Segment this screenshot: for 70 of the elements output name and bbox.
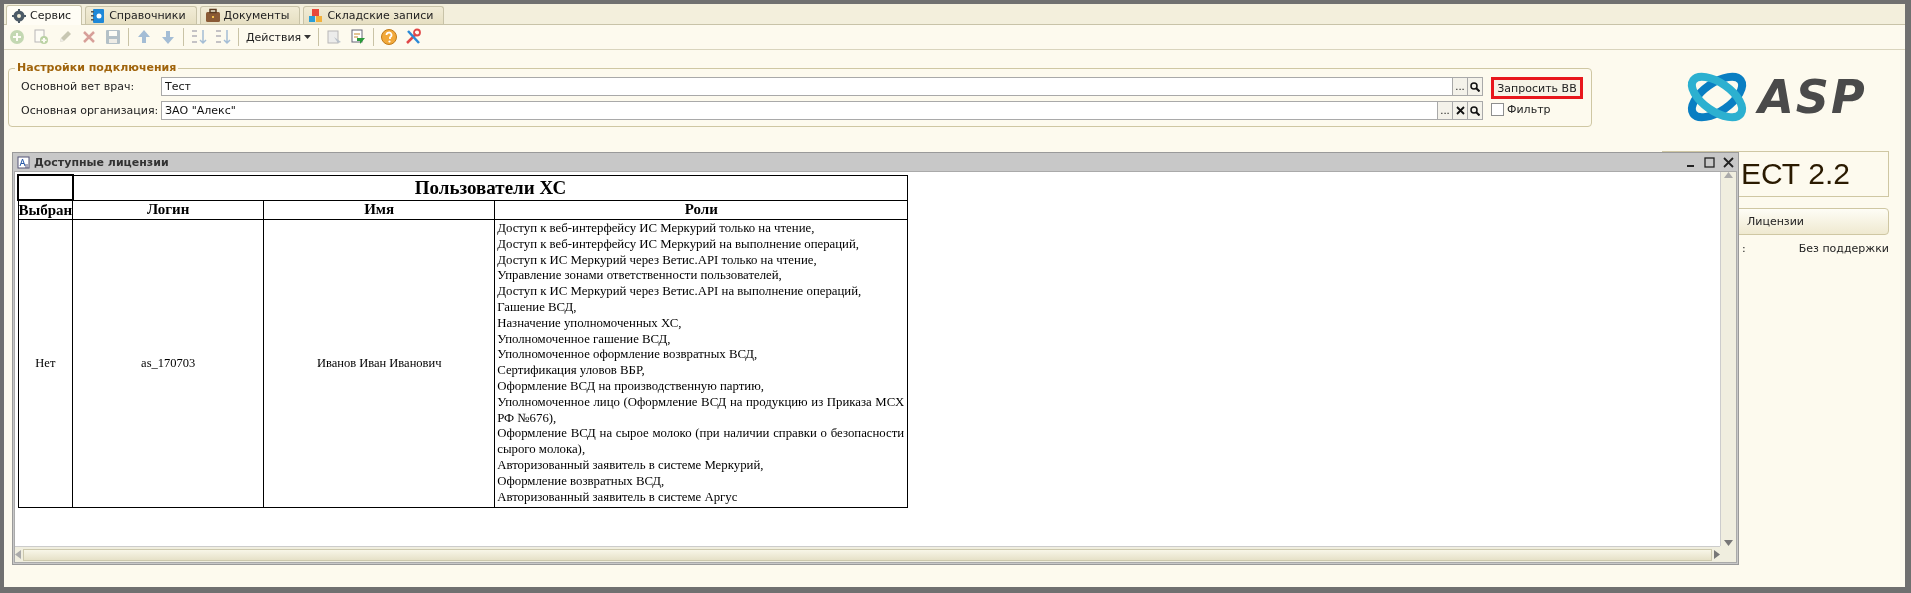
role-text: Уполномоченное гашение ВСД, [497, 331, 672, 348]
help-icon [380, 28, 399, 46]
up-arrow-icon [135, 28, 153, 46]
search-button[interactable] [1467, 78, 1482, 95]
role-text: Управление зонами ответственности пользователей, [497, 268, 783, 285]
search-button[interactable] [1467, 102, 1482, 119]
table-cell: Нет [18, 219, 73, 508]
checkbox[interactable] [1491, 103, 1504, 116]
role-text: Оформление ВСД на производственную партию, [497, 378, 765, 395]
role-text: Гашение ВСД, [497, 300, 578, 316]
close-icon[interactable] [1723, 156, 1734, 168]
copy-icon [32, 28, 50, 46]
field-label: Основная организация: [21, 104, 160, 117]
column-header: Имя [263, 200, 495, 220]
report-icon [17, 155, 30, 169]
scrollbar-thumb[interactable] [23, 548, 1712, 561]
tab[interactable]: Документы [199, 6, 301, 24]
role-text: Доступ к ИС Меркурий через Ветис.API только на чтение, [497, 252, 818, 269]
role-text: Сертификация уловов ВБР, [497, 363, 646, 379]
save-icon [104, 28, 122, 46]
role-text: Уполномоченное лицо (Оформление ВСД на продукцию из Приказа МСХ РФ №676), [497, 394, 905, 427]
maximize-icon[interactable] [1704, 156, 1715, 168]
tab[interactable]: Сервис [6, 5, 83, 25]
sort-ascending-icon [190, 28, 208, 46]
column-header: Роли [494, 200, 908, 220]
caret-icon [304, 35, 312, 39]
scroll-up-icon[interactable] [1724, 172, 1733, 178]
support-label: : [1742, 242, 1746, 255]
role-text: Доступ к ИС Меркурий через Ветис.API на выполнение операций, [497, 284, 863, 300]
role-text: Назначение уполномоченных ХС, [497, 315, 683, 332]
choose-button[interactable]: ... [1452, 78, 1467, 95]
tools-icon [404, 28, 423, 46]
search-icon [1470, 81, 1480, 92]
request-button[interactable]: Запросить ВВ [1491, 77, 1583, 99]
role-text: Авторизованный заявитель в системе Меркурий, [497, 457, 765, 474]
input-field[interactable]: Тест ... [161, 77, 1483, 96]
clear-button[interactable] [1452, 102, 1467, 119]
add-icon [8, 28, 26, 46]
role-text: Оформление ВСД на сырое молоко (при наличии справки о безопасности сырого молока), [497, 426, 905, 458]
window-title: Доступные лицензии [34, 155, 170, 169]
document-arrow-icon [349, 28, 368, 46]
role-text: Уполномоченное оформление возвратных ВСД, [497, 347, 759, 364]
briefcase-icon [204, 7, 221, 24]
table-cell: Иванов Иван Иванович [263, 219, 495, 508]
table-cell: as_170703 [72, 219, 264, 508]
sort-descending-icon [214, 28, 232, 46]
scroll-left-icon[interactable] [15, 550, 21, 559]
tab[interactable]: Справочники [85, 6, 197, 24]
panel-title: Настройки подключения [15, 61, 179, 74]
column-header: Выбран [18, 200, 73, 220]
down-arrow-icon [159, 28, 177, 46]
actions-menu[interactable]: Действия [243, 27, 315, 47]
column-header: Логин [72, 200, 264, 220]
search-icon [1470, 105, 1480, 116]
support-value: Без поддержки [1798, 242, 1889, 255]
role-text: Авторизованный заявитель в системе Аргус [497, 489, 739, 506]
address-book-icon [90, 7, 107, 24]
close-icon [1455, 106, 1465, 115]
role-text: Доступ к веб-интерфейсу ИС Меркурий на выполнение операций, [497, 236, 860, 253]
choose-button[interactable]: ... [1437, 102, 1452, 119]
checkbox-label: Фильтр [1507, 103, 1551, 116]
boxes-icon [308, 7, 325, 24]
report-title: Пользователи ХС [72, 175, 908, 200]
role-text: Доступ к веб-интерфейсу ИС Меркурий только на чтение, [497, 221, 816, 237]
gear-icon [11, 7, 27, 24]
role-text: Оформление возвратных ВСД, [497, 473, 666, 490]
input-field[interactable]: ЗАО "Алекс" ... [161, 101, 1483, 120]
tab[interactable]: Складские записи [303, 6, 445, 24]
table-cell[interactable] [18, 175, 73, 200]
field-label: Основной вет врач: [21, 80, 136, 93]
